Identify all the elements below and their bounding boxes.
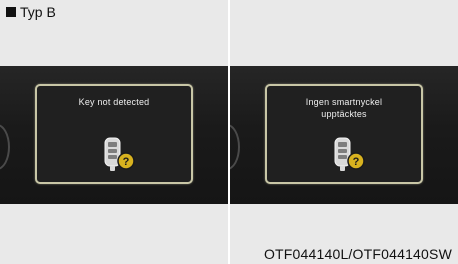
smart-key-icon: ? — [334, 137, 365, 171]
panel-swedish: Ingen smartnyckel upptäcktes ? — [230, 0, 458, 264]
instrument-cluster-display: Key not detected ? — [0, 66, 228, 204]
figure-code: OTF044140L/OTF044140SW — [263, 246, 452, 262]
section-label: Typ B — [6, 4, 56, 20]
svg-text:?: ? — [353, 156, 360, 168]
question-mark-icon: ? — [347, 152, 365, 170]
smart-key-icon: ? — [104, 137, 135, 171]
svg-text:?: ? — [123, 156, 130, 168]
instrument-cluster-display: Ingen smartnyckel upptäcktes ? — [230, 66, 458, 204]
warning-message: Key not detected — [78, 97, 150, 107]
question-mark-icon: ? — [117, 152, 135, 170]
warning-message-box: Key not detected ? — [35, 84, 193, 184]
gauge-edge — [230, 124, 240, 170]
gauge-edge — [0, 124, 10, 170]
square-bullet-icon — [6, 7, 16, 17]
warning-message-box: Ingen smartnyckel upptäcktes ? — [265, 84, 423, 184]
section-label-text: Typ B — [20, 4, 56, 20]
warning-message: Ingen smartnyckel upptäcktes — [305, 97, 383, 119]
panel-english: Typ B Key not detected ? — [0, 0, 228, 264]
